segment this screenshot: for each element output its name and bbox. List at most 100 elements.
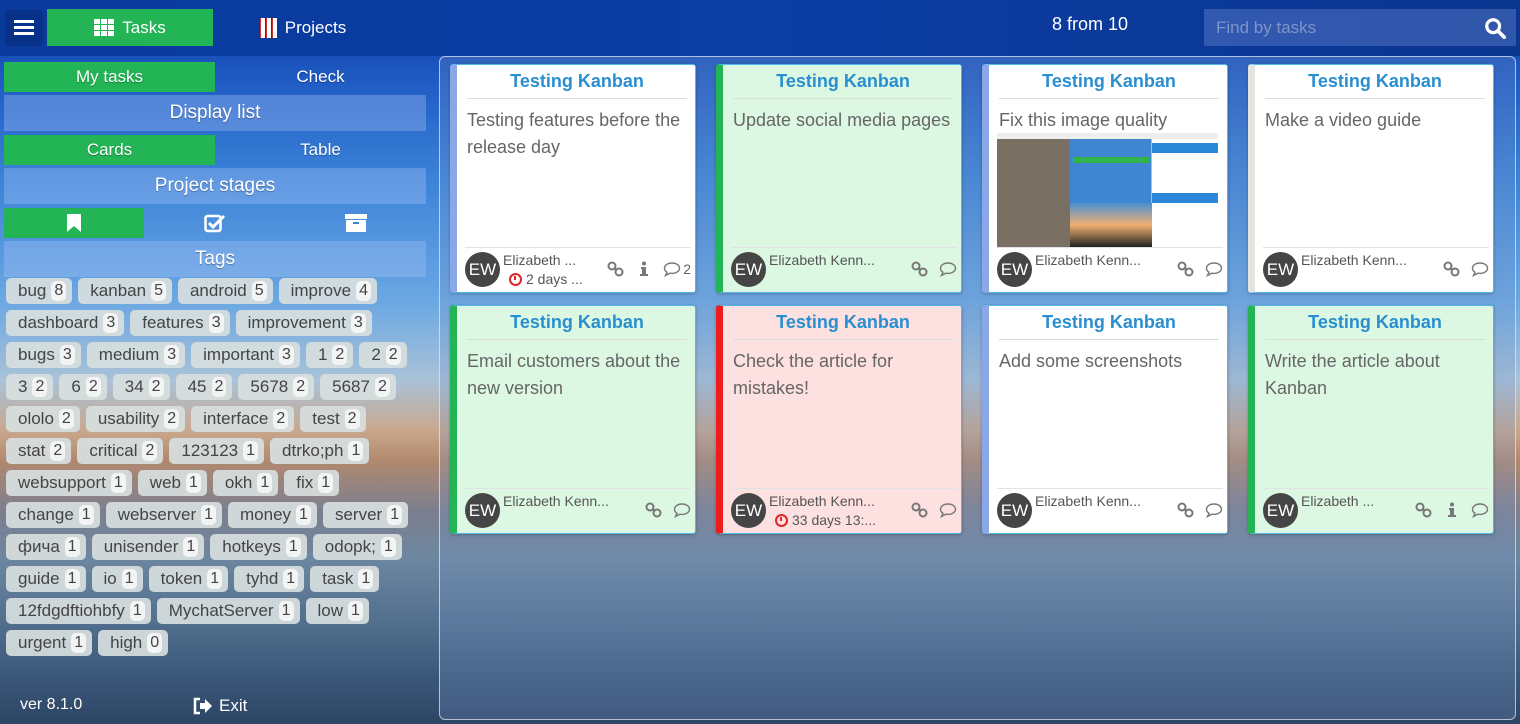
info-icon[interactable]	[635, 260, 653, 278]
tag-chip[interactable]: interface 2	[191, 406, 295, 432]
card-project-title[interactable]: Testing Kanban	[467, 71, 687, 99]
tag-chip[interactable]: 12	[305, 342, 354, 368]
tag-chip[interactable]: io 1	[91, 566, 143, 592]
tag-count: 1	[64, 537, 80, 557]
link-icon[interactable]	[645, 501, 663, 519]
card-project-title[interactable]: Testing Kanban	[1265, 71, 1485, 99]
search-icon[interactable]	[1484, 17, 1506, 39]
exit-button[interactable]: Exit	[193, 696, 247, 716]
tag-chip[interactable]: dtrko;ph 1	[270, 438, 370, 464]
tag-chip[interactable]: improvement 3	[235, 310, 372, 336]
tag-chip[interactable]: urgent 1	[6, 630, 93, 656]
tag-chip[interactable]: 62	[59, 374, 107, 400]
tag-chip[interactable]: kanban 5	[78, 278, 172, 304]
tag-chip[interactable]: stat 2	[6, 438, 72, 464]
link-icon[interactable]	[911, 501, 929, 519]
tag-chip[interactable]: bug 8	[6, 278, 73, 304]
task-card[interactable]: Testing Kanban Make a video guide EW Elizab…	[1248, 64, 1494, 293]
task-card[interactable]: Testing Kanban Write the article about Ka…	[1248, 305, 1494, 534]
card-project-title[interactable]: Testing Kanban	[999, 312, 1219, 340]
tag-chip[interactable]: test 2	[300, 406, 366, 432]
tag-chip[interactable]: odopk; 1	[312, 534, 402, 560]
display-cards[interactable]: Cards	[4, 135, 215, 165]
tag-chip[interactable]: low 1	[305, 598, 369, 624]
tag-chip[interactable]: фича 1	[6, 534, 86, 560]
tag-chip[interactable]: 22	[359, 342, 407, 368]
link-icon[interactable]	[1415, 501, 1433, 519]
tag-chip[interactable]: server 1	[322, 502, 409, 528]
link-icon[interactable]	[911, 260, 929, 278]
tag-chip[interactable]: important 3	[191, 342, 300, 368]
tag-count: 2	[85, 377, 101, 397]
comment-icon[interactable]	[939, 501, 957, 519]
tag-chip[interactable]: 5678 2	[238, 374, 315, 400]
stage-done[interactable]	[144, 208, 285, 238]
tag-chip[interactable]: fix 1	[284, 470, 340, 496]
tag-name: odopk;	[324, 537, 376, 556]
tag-chip[interactable]: 45 2	[175, 374, 233, 400]
stage-archive[interactable]	[285, 208, 426, 238]
tag-chip[interactable]: 34 2	[112, 374, 170, 400]
tag-chip[interactable]: websupport 1	[6, 470, 132, 496]
tag-chip[interactable]: unisender 1	[91, 534, 205, 560]
card-project-title[interactable]: Testing Kanban	[999, 71, 1219, 99]
filter-my-tasks[interactable]: My tasks	[4, 62, 215, 92]
task-card[interactable]: Testing Kanban Check the article for mist…	[716, 305, 962, 534]
tag-chip[interactable]: bugs 3	[6, 342, 81, 368]
tag-chip[interactable]: okh 1	[212, 470, 279, 496]
tag-chip[interactable]: 32	[6, 374, 54, 400]
info-icon[interactable]	[1443, 501, 1461, 519]
tag-chip[interactable]: webserver 1	[105, 502, 223, 528]
tag-chip[interactable]: 12fdgdftiohbfy 1	[6, 598, 151, 624]
card-project-title[interactable]: Testing Kanban	[467, 312, 687, 340]
tag-chip[interactable]: guide 1	[6, 566, 86, 592]
display-table[interactable]: Table	[215, 135, 426, 165]
tag-chip[interactable]: android 5	[177, 278, 273, 304]
card-attachment-image[interactable]	[997, 133, 1218, 247]
link-icon[interactable]	[1443, 260, 1461, 278]
tag-chip[interactable]: features 3	[130, 310, 230, 336]
tag-chip[interactable]: 5687 2	[320, 374, 396, 400]
tag-chip[interactable]: token 1	[148, 566, 229, 592]
task-card[interactable]: Testing Kanban Email customers about the …	[450, 305, 696, 534]
tag-chip[interactable]: money 1	[228, 502, 317, 528]
comment-icon[interactable]	[663, 260, 681, 278]
task-card[interactable]: Testing Kanban Add some screenshots EW Eliz…	[982, 305, 1228, 534]
tag-chip[interactable]: task 1	[310, 566, 380, 592]
tag-chip[interactable]: usability 2	[85, 406, 186, 432]
link-icon[interactable]	[1177, 260, 1195, 278]
tab-tasks[interactable]: Tasks	[47, 9, 213, 46]
card-project-title[interactable]: Testing Kanban	[733, 71, 953, 99]
tag-chip[interactable]: medium 3	[86, 342, 186, 368]
card-project-title[interactable]: Testing Kanban	[1265, 312, 1485, 340]
stage-active[interactable]	[4, 208, 144, 238]
comment-icon[interactable]	[1205, 501, 1223, 519]
tag-chip[interactable]: tyhd 1	[234, 566, 305, 592]
search-input[interactable]	[1204, 9, 1474, 46]
tag-chip[interactable]: web 1	[137, 470, 207, 496]
tag-chip[interactable]: high 0	[98, 630, 169, 656]
task-card[interactable]: Testing Kanban Fix this image quality EW El…	[982, 64, 1228, 293]
tag-chip[interactable]: dashboard 3	[6, 310, 125, 336]
link-icon[interactable]	[1177, 501, 1195, 519]
tag-chip[interactable]: hotkeys 1	[210, 534, 307, 560]
tag-chip[interactable]: change 1	[6, 502, 100, 528]
tag-chip[interactable]: MychatServer 1	[156, 598, 300, 624]
tag-chip[interactable]: improve 4	[278, 278, 377, 304]
tag-chip[interactable]: critical 2	[77, 438, 164, 464]
comment-icon[interactable]	[939, 260, 957, 278]
link-icon[interactable]	[607, 260, 625, 278]
comment-icon[interactable]	[1471, 260, 1489, 278]
menu-button[interactable]	[5, 10, 43, 46]
tag-count: 2	[332, 345, 348, 365]
tag-chip[interactable]: ololo 2	[6, 406, 80, 432]
comment-icon[interactable]	[673, 501, 691, 519]
tab-projects[interactable]: Projects	[213, 9, 393, 46]
task-card[interactable]: Testing Kanban Update social media pages E…	[716, 64, 962, 293]
filter-check[interactable]: Check	[215, 62, 426, 92]
tag-chip[interactable]: 123123 1	[169, 438, 265, 464]
task-card[interactable]: Testing Kanban Testing features before th…	[450, 64, 696, 293]
comment-icon[interactable]	[1205, 260, 1223, 278]
card-project-title[interactable]: Testing Kanban	[733, 312, 953, 340]
comment-icon[interactable]	[1471, 501, 1489, 519]
